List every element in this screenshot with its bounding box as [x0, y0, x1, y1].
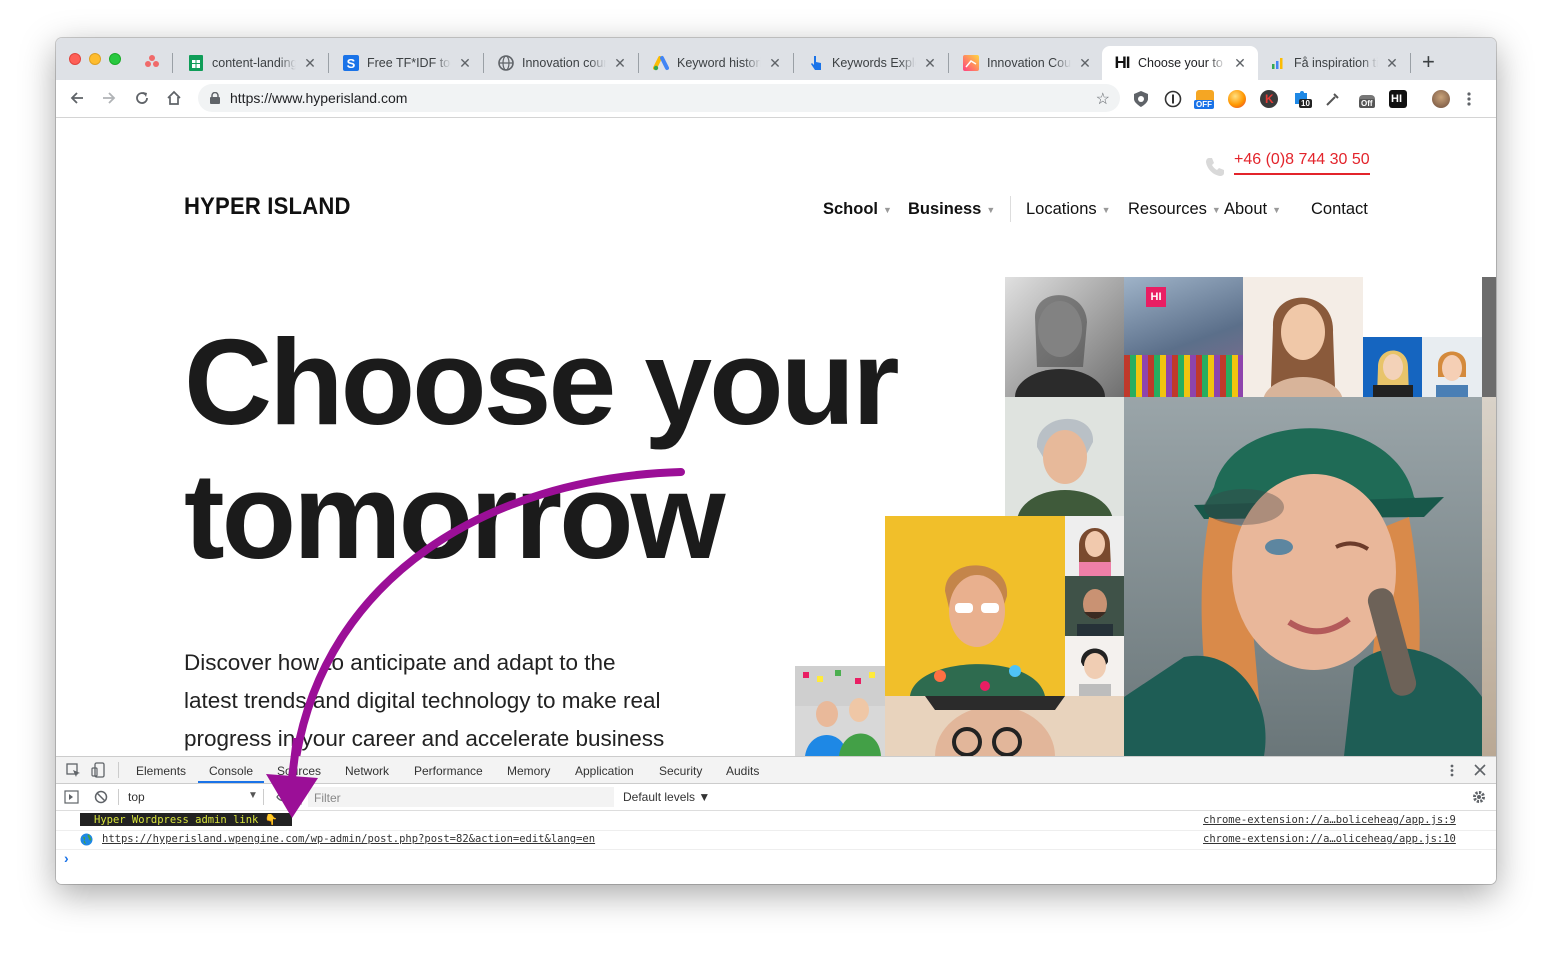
- password-icon[interactable]: [1164, 90, 1182, 108]
- url-text: https://www.hyperisland.com: [230, 90, 408, 106]
- gradient-icon: [963, 55, 979, 71]
- console-prompt[interactable]: ›: [64, 850, 69, 866]
- browser-tab[interactable]: Innovation cours ✕: [486, 46, 638, 80]
- maximize-window-button[interactable]: [109, 53, 121, 65]
- tab-close-icon[interactable]: ✕: [922, 55, 938, 72]
- tab-close-icon[interactable]: ✕: [767, 55, 783, 72]
- tab-title: Keyword historic: [677, 56, 761, 70]
- home-icon: [167, 90, 181, 105]
- address-bar[interactable]: https://www.hyperisland.com ☆: [198, 84, 1120, 112]
- eyedropper-icon[interactable]: [1324, 90, 1342, 108]
- browser-tab[interactable]: Innovation Cour ✕: [951, 46, 1103, 80]
- tab-close-icon[interactable]: ✕: [1384, 55, 1400, 72]
- browser-window: content-landing ✕ S Free TF*IDF tool ✕ I…: [56, 38, 1496, 884]
- browser-tab[interactable]: Keyword historic ✕: [641, 46, 793, 80]
- console-source-link[interactable]: chrome-extension://a…oliceheag/app.js:10: [1203, 833, 1456, 845]
- close-window-button[interactable]: [69, 53, 81, 65]
- count-badge: 10: [1299, 99, 1312, 108]
- chart-icon: [1270, 55, 1286, 71]
- tab-title: content-landing: [212, 56, 296, 70]
- shield-icon[interactable]: [1132, 90, 1150, 108]
- tab-title: Choose your to: [1138, 56, 1223, 70]
- tab-title: Keywords Explor: [832, 56, 916, 70]
- close-icon[interactable]: [1474, 764, 1486, 776]
- avatar[interactable]: [1432, 90, 1450, 108]
- hi-label: HI: [1391, 93, 1402, 105]
- tab-title: Innovation cours: [522, 56, 606, 70]
- forward-button[interactable]: [98, 88, 120, 108]
- tab-title: Få inspiration til: [1294, 56, 1378, 70]
- tab-title: Free TF*IDF tool: [367, 56, 451, 70]
- annotation-arrowhead: [266, 738, 318, 818]
- reload-icon: [136, 92, 148, 104]
- gear-icon[interactable]: [1472, 790, 1486, 804]
- puzzle-icon[interactable]: 10: [1292, 90, 1312, 108]
- log-levels-dropdown[interactable]: Default levels ▼: [623, 790, 710, 804]
- off-badge: OFF: [1194, 100, 1214, 109]
- devtools-tab-security[interactable]: Security: [659, 764, 702, 778]
- off-badge: Off: [1359, 99, 1375, 108]
- hi-extension-icon[interactable]: HI: [1389, 90, 1407, 108]
- browser-tab[interactable]: Få inspiration til ✕: [1258, 46, 1410, 80]
- back-button[interactable]: [66, 88, 88, 108]
- annotation-arrow: [292, 468, 685, 756]
- tab-close-icon[interactable]: ✕: [457, 55, 473, 72]
- browser-toolbar: https://www.hyperisland.com ☆ OFF K 10 O…: [56, 80, 1496, 118]
- minimize-window-button[interactable]: [89, 53, 101, 65]
- s-icon: S: [343, 55, 359, 71]
- asana-icon: [145, 55, 159, 67]
- lock-icon: [210, 92, 220, 104]
- home-button[interactable]: [163, 88, 185, 108]
- reload-button[interactable]: [131, 88, 153, 108]
- bookmark-star-icon[interactable]: ☆: [1096, 89, 1110, 109]
- balloon-icon[interactable]: [1228, 90, 1246, 108]
- sheets-icon: [188, 55, 204, 71]
- browser-tab[interactable]: content-landing ✕: [176, 46, 328, 80]
- browser-tab-active[interactable]: HI Choose your to ✕: [1102, 46, 1258, 80]
- tab-title: Innovation Cour: [987, 56, 1071, 70]
- web-page: +46 (0)8 744 30 50 HYPER ISLAND School ▼ …: [56, 118, 1496, 756]
- back-arrow-icon: [70, 92, 83, 104]
- tab-close-icon[interactable]: ✕: [612, 55, 628, 72]
- devtools-tab-audits[interactable]: Audits: [726, 764, 759, 778]
- hi-icon: HI: [1114, 53, 1131, 72]
- browser-tab[interactable]: Keywords Explor ✕: [796, 46, 948, 80]
- devtools-tab-memory[interactable]: Memory: [507, 764, 550, 778]
- kebab-menu-icon[interactable]: [1466, 90, 1476, 108]
- google-ads-icon: [653, 55, 669, 71]
- console-source-link[interactable]: chrome-extension://a…boliceheag/app.js:9: [1203, 814, 1456, 826]
- tab-strip: content-landing ✕ S Free TF*IDF tool ✕ I…: [56, 38, 1496, 80]
- tab-close-icon[interactable]: ✕: [1232, 55, 1248, 72]
- k-extension-icon[interactable]: K: [1260, 90, 1278, 108]
- deals-extension-icon[interactable]: OFF: [1194, 90, 1214, 109]
- pointer-icon: [808, 55, 824, 71]
- kebab-menu-icon[interactable]: [1449, 763, 1455, 778]
- devtools-tab-application[interactable]: Application: [575, 764, 634, 778]
- svg-text:S: S: [347, 56, 356, 71]
- pinned-tab-asana[interactable]: [140, 50, 164, 74]
- tab-close-icon[interactable]: ✕: [1077, 55, 1093, 72]
- toggle-extension-icon[interactable]: Off: [1358, 90, 1376, 108]
- new-tab-button[interactable]: +: [1422, 51, 1435, 73]
- browser-tab[interactable]: S Free TF*IDF tool ✕: [331, 46, 483, 80]
- forward-arrow-icon: [103, 92, 116, 104]
- tab-close-icon[interactable]: ✕: [302, 55, 318, 72]
- globe-icon: [498, 55, 514, 71]
